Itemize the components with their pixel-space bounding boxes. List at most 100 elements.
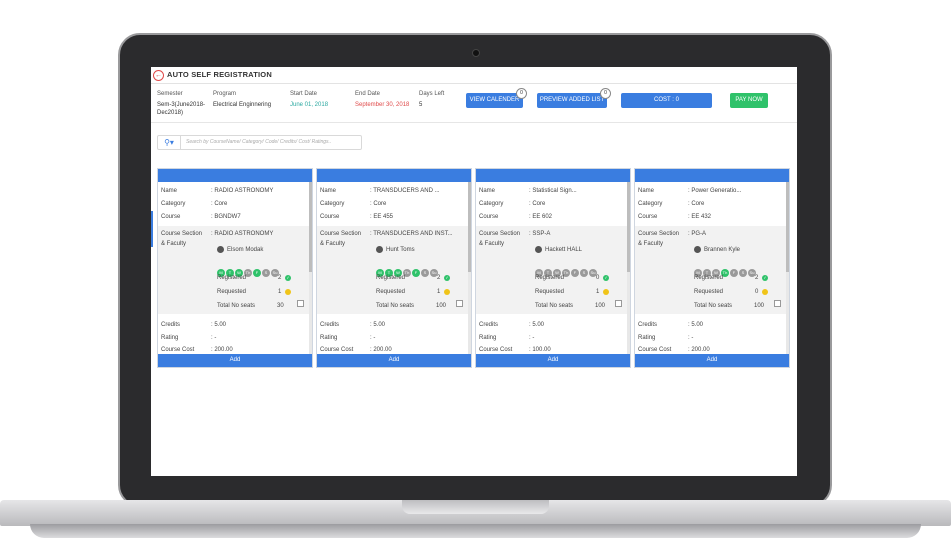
calendar-count-badge: 0 — [516, 88, 527, 99]
course-name: : Power Generatio... — [688, 188, 742, 194]
search-box: ⚲▾ Search by CourseName/ Category/ Code/… — [157, 135, 362, 150]
name-row: Name: TRANSDUCERS AND ... — [320, 188, 440, 194]
total-seats: 100 — [754, 303, 765, 309]
total-seats: 30 — [277, 303, 284, 309]
name-row: Name: Power Generatio... — [638, 188, 742, 194]
faculty-label: & Faculty — [161, 241, 187, 247]
requested-count: 1 — [278, 289, 282, 295]
category-row: Category: Core — [638, 201, 705, 207]
course-name: : Statistical Sign... — [529, 188, 577, 194]
credits-row: Credits: 5.00 — [320, 322, 386, 328]
day-chip: F — [730, 269, 738, 277]
card-header — [635, 169, 789, 182]
credits-value: : 5.00 — [529, 322, 545, 328]
semester-value: Sem-3(June2018-Dec2018) — [157, 102, 206, 116]
day-chip: S — [739, 269, 747, 277]
days-left-value: 5 — [419, 102, 423, 108]
course-card: Name: Statistical Sign... Category: Core… — [475, 168, 631, 368]
back-arrow-icon[interactable]: ← — [153, 70, 164, 81]
added-count-badge: 0 — [600, 88, 611, 99]
credits-value: : 5.00 — [370, 322, 386, 328]
select-checkbox[interactable] — [297, 300, 304, 307]
course-row: Course: EE 602 — [479, 214, 553, 220]
end-date-info: End Date September 30, 2018 — [355, 91, 410, 108]
course-category: : Core — [370, 201, 387, 207]
pending-icon — [444, 289, 450, 295]
credits-row: Credits: 5.00 — [638, 322, 704, 328]
check-icon: ✓ — [603, 275, 609, 281]
start-date-value: June 01, 2018 — [290, 102, 329, 108]
faculty-name: Hackett HALL — [545, 247, 583, 254]
course-row: Course: EE 455 — [320, 214, 394, 220]
faculty-row: Hunt Toms — [376, 246, 415, 253]
view-calendar-button[interactable]: VIEW CALENDER 0 — [466, 88, 527, 108]
rating-value: : - — [370, 335, 376, 341]
course-category: : Core — [529, 201, 546, 207]
start-date-info: Start Date June 01, 2018 — [290, 91, 329, 108]
add-button[interactable]: Add — [317, 354, 471, 367]
rating-row: Rating: - — [161, 335, 217, 341]
course-code: : BGNDW7 — [211, 214, 241, 220]
scrollbar-thumb[interactable] — [627, 182, 630, 272]
requested-count: 0 — [755, 289, 759, 295]
requested-count: 1 — [437, 289, 441, 295]
total-seats: 100 — [595, 303, 606, 309]
card-header — [317, 169, 471, 182]
course-section: : PG-A — [688, 231, 707, 237]
add-button[interactable]: Add — [476, 354, 630, 367]
sidebar-indicator — [151, 211, 153, 247]
divider — [151, 122, 797, 123]
avatar — [376, 246, 383, 253]
course-category: : Core — [688, 201, 705, 207]
course-card: Name: Power Generatio... Category: Core … — [634, 168, 790, 368]
requested-count: 1 — [596, 289, 600, 295]
section-row: Course Section: SSP-A — [479, 231, 551, 237]
preview-added-list-button[interactable]: PREVIEW ADDED LIST 0 — [537, 88, 611, 108]
search-input[interactable]: Search by CourseName/ Category/ Code/ Cr… — [186, 139, 331, 145]
check-icon: ✓ — [444, 275, 450, 281]
cost-value: : 200.00 — [370, 347, 392, 353]
pending-icon — [762, 289, 768, 295]
name-row: Name: RADIO ASTRONOMY — [161, 188, 274, 194]
scrollbar-thumb[interactable] — [468, 182, 471, 272]
cost-value: : 200.00 — [211, 347, 233, 353]
end-date-value: September 30, 2018 — [355, 102, 410, 108]
select-checkbox[interactable] — [456, 300, 463, 307]
registered-count: 2 — [278, 275, 282, 281]
course-card: Name: TRANSDUCERS AND ... Category: Core… — [316, 168, 472, 368]
day-chip: F — [571, 269, 579, 277]
course-section: : RADIO ASTRONOMY — [211, 231, 274, 237]
faculty-label: & Faculty — [320, 241, 346, 247]
credits-value: : 5.00 — [688, 322, 704, 328]
scrollbar-thumb[interactable] — [786, 182, 789, 272]
course-row: Course: EE 432 — [638, 214, 712, 220]
check-icon: ✓ — [762, 275, 768, 281]
laptop-base-bottom — [30, 524, 921, 538]
check-icon: ✓ — [285, 275, 291, 281]
category-row: Category: Core — [161, 201, 228, 207]
faculty-row: Elsom Modak — [217, 246, 263, 253]
pending-icon — [603, 289, 609, 295]
cost-row: Course Cost: 200.00 — [161, 347, 233, 353]
add-button[interactable]: Add — [635, 354, 789, 367]
search-icon[interactable]: ⚲▾ — [158, 136, 181, 149]
course-name: : RADIO ASTRONOMY — [211, 188, 274, 194]
course-card: Name: RADIO ASTRONOMY Category: Core Cou… — [157, 168, 313, 368]
faculty-name: Elsom Modak — [227, 247, 264, 254]
pay-now-button[interactable]: PAY NOW — [730, 93, 768, 108]
avatar — [694, 246, 701, 253]
category-row: Category: Core — [479, 201, 546, 207]
select-checkbox[interactable] — [774, 300, 781, 307]
faculty-name: Brannen Kyle — [704, 247, 741, 254]
scrollbar-thumb[interactable] — [309, 182, 312, 272]
semester-info: Semester Sem-3(June2018-Dec2018) — [157, 91, 206, 116]
cost-value: : 200.00 — [688, 347, 710, 353]
rating-row: Rating: - — [320, 335, 376, 341]
day-chip: S — [580, 269, 588, 277]
add-button[interactable]: Add — [158, 354, 312, 367]
rating-value: : - — [688, 335, 694, 341]
registered-count: 2 — [437, 275, 441, 281]
program-info: Program Electrical Enginnering — [213, 91, 272, 108]
rating-value: : - — [529, 335, 535, 341]
select-checkbox[interactable] — [615, 300, 622, 307]
